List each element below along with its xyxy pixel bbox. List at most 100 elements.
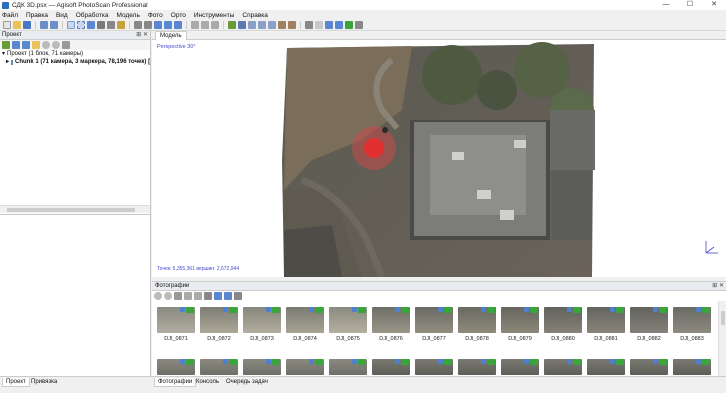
photo-thumbnail[interactable]: DJI_0881 bbox=[585, 307, 627, 342]
textured-model-icon[interactable] bbox=[278, 21, 286, 29]
photo-thumbnail[interactable] bbox=[284, 359, 326, 375]
menu-tools[interactable]: Инструменты bbox=[194, 12, 235, 19]
expand-icon[interactable]: ▸ bbox=[6, 58, 9, 66]
save-icon[interactable] bbox=[23, 21, 31, 29]
panel-float-close-icon[interactable]: ⊞ ✕ bbox=[136, 31, 148, 40]
show-cameras-icon[interactable] bbox=[191, 21, 199, 29]
photo-thumbnail[interactable] bbox=[542, 359, 584, 375]
tree-chunk[interactable]: ▸ Chunk 1 (71 камера, 3 маркера, 78,196 … bbox=[2, 58, 150, 66]
rotate-object-icon[interactable] bbox=[97, 21, 105, 29]
photo-thumbnail[interactable] bbox=[327, 359, 369, 375]
resize-region-icon[interactable] bbox=[107, 21, 115, 29]
point-cloud-icon[interactable] bbox=[228, 21, 236, 29]
open-icon[interactable] bbox=[13, 21, 21, 29]
photo-thumbnail[interactable]: DJI_0879 bbox=[499, 307, 541, 342]
rectangle-selection-icon[interactable] bbox=[77, 21, 85, 29]
tree-root[interactable]: ▾ Проект (1 блок, 71 камеры) bbox=[2, 50, 150, 58]
photo-thumbnail[interactable]: DJI_0871 bbox=[155, 307, 197, 342]
photo-thumbnail[interactable]: DJI_0876 bbox=[370, 307, 412, 342]
filter-icon[interactable] bbox=[204, 292, 212, 300]
dense-cloud-icon[interactable] bbox=[238, 21, 246, 29]
close-button[interactable]: ✕ bbox=[702, 0, 726, 10]
model-viewport[interactable]: Perspective 30° Точек: 5,355,361 вершин:… bbox=[152, 40, 726, 277]
add-photos-icon[interactable] bbox=[12, 41, 20, 49]
zoom-in-icon[interactable] bbox=[154, 21, 162, 29]
ruler-icon[interactable] bbox=[117, 21, 125, 29]
photo-thumbnail[interactable]: DJI_0873 bbox=[241, 307, 283, 342]
menu-model[interactable]: Модель bbox=[117, 12, 140, 19]
remove-camera-icon[interactable] bbox=[174, 292, 182, 300]
solid-model-icon[interactable] bbox=[258, 21, 266, 29]
project-horizontal-scrollbar[interactable] bbox=[0, 205, 150, 213]
tab-project[interactable]: Проект bbox=[2, 378, 30, 387]
photo-thumbnail[interactable]: DJI_0875 bbox=[327, 307, 369, 342]
scrollbar-thumb[interactable] bbox=[721, 311, 725, 325]
disable-camera-icon[interactable] bbox=[164, 292, 172, 300]
photo-thumbnail[interactable]: DJI_0877 bbox=[413, 307, 455, 342]
rotate-left-icon[interactable] bbox=[184, 292, 192, 300]
photo-thumbnail[interactable]: DJI_0874 bbox=[284, 307, 326, 342]
reset-view-icon[interactable] bbox=[174, 21, 182, 29]
wireframe-model-icon[interactable] bbox=[268, 21, 276, 29]
crop-selection-icon[interactable] bbox=[144, 21, 152, 29]
rotate-right-icon[interactable] bbox=[194, 292, 202, 300]
enable-camera-icon[interactable] bbox=[154, 292, 162, 300]
menu-help[interactable]: Справка bbox=[242, 12, 268, 19]
tab-job-queue[interactable]: Очередь задач bbox=[223, 378, 271, 386]
tab-photos[interactable]: Фотографии bbox=[154, 378, 197, 387]
add-folder-icon[interactable] bbox=[22, 41, 30, 49]
photo-thumbnail[interactable]: DJI_0882 bbox=[628, 307, 670, 342]
delete-selection-icon[interactable] bbox=[134, 21, 142, 29]
photo-thumbnail[interactable] bbox=[241, 359, 283, 375]
shaded-model-icon[interactable] bbox=[248, 21, 256, 29]
tab-reference[interactable]: Привязка bbox=[28, 378, 60, 386]
menu-view[interactable]: Вид bbox=[56, 12, 68, 19]
photo-thumbnail[interactable]: DJI_0872 bbox=[198, 307, 240, 342]
disable-icon[interactable] bbox=[52, 41, 60, 49]
maximize-button[interactable]: ☐ bbox=[678, 0, 702, 10]
photo-thumbnail[interactable] bbox=[456, 359, 498, 375]
photo-thumbnail[interactable] bbox=[413, 359, 455, 375]
menu-ortho[interactable]: Орто bbox=[171, 12, 186, 19]
photos-vertical-scrollbar[interactable] bbox=[718, 301, 726, 377]
flag-icon[interactable] bbox=[335, 21, 343, 29]
settings-icon[interactable] bbox=[355, 21, 363, 29]
menu-edit[interactable]: Правка bbox=[26, 12, 48, 19]
photo-thumbnail[interactable] bbox=[370, 359, 412, 375]
enable-icon[interactable] bbox=[42, 41, 50, 49]
panel-float-close-icon[interactable]: ⊞ ✕ bbox=[712, 282, 724, 291]
view-details-icon[interactable] bbox=[224, 292, 232, 300]
photo-thumbnail[interactable] bbox=[198, 359, 240, 375]
photo-thumbnail[interactable] bbox=[628, 359, 670, 375]
collapse-icon[interactable]: ▾ bbox=[2, 50, 5, 58]
photo-thumbnail[interactable]: DJI_0883 bbox=[671, 307, 713, 342]
photo-thumbnail[interactable] bbox=[155, 359, 197, 375]
new-icon[interactable] bbox=[3, 21, 11, 29]
markers-icon[interactable] bbox=[315, 21, 323, 29]
move-object-icon[interactable] bbox=[87, 21, 95, 29]
photo-thumbnail[interactable]: DJI_0878 bbox=[456, 307, 498, 342]
view-options-icon[interactable] bbox=[234, 292, 242, 300]
check-icon[interactable] bbox=[345, 21, 353, 29]
flag-icon[interactable] bbox=[325, 21, 333, 29]
undo-icon[interactable] bbox=[40, 21, 48, 29]
menu-file[interactable]: Файл bbox=[2, 12, 18, 19]
add-chunk-icon[interactable] bbox=[2, 41, 10, 49]
photo-thumbnail[interactable] bbox=[585, 359, 627, 375]
region-icon[interactable] bbox=[305, 21, 313, 29]
grid-icon[interactable] bbox=[201, 21, 209, 29]
tab-model[interactable]: Модель bbox=[155, 31, 187, 40]
minimize-button[interactable]: — bbox=[654, 0, 678, 10]
view-icons-icon[interactable] bbox=[214, 292, 222, 300]
view-mode-icon[interactable] bbox=[211, 21, 219, 29]
photo-thumbnail[interactable] bbox=[499, 359, 541, 375]
photo-thumbnail[interactable]: DJI_0880 bbox=[542, 307, 584, 342]
redo-icon[interactable] bbox=[50, 21, 58, 29]
tab-console[interactable]: Консоль bbox=[193, 378, 222, 386]
scrollbar-thumb[interactable] bbox=[7, 208, 135, 212]
remove-icon[interactable] bbox=[62, 41, 70, 49]
tiled-model-icon[interactable] bbox=[288, 21, 296, 29]
add-marker-icon[interactable] bbox=[32, 41, 40, 49]
navigation-icon[interactable] bbox=[67, 21, 75, 29]
menu-workflow[interactable]: Обработка bbox=[76, 12, 109, 19]
